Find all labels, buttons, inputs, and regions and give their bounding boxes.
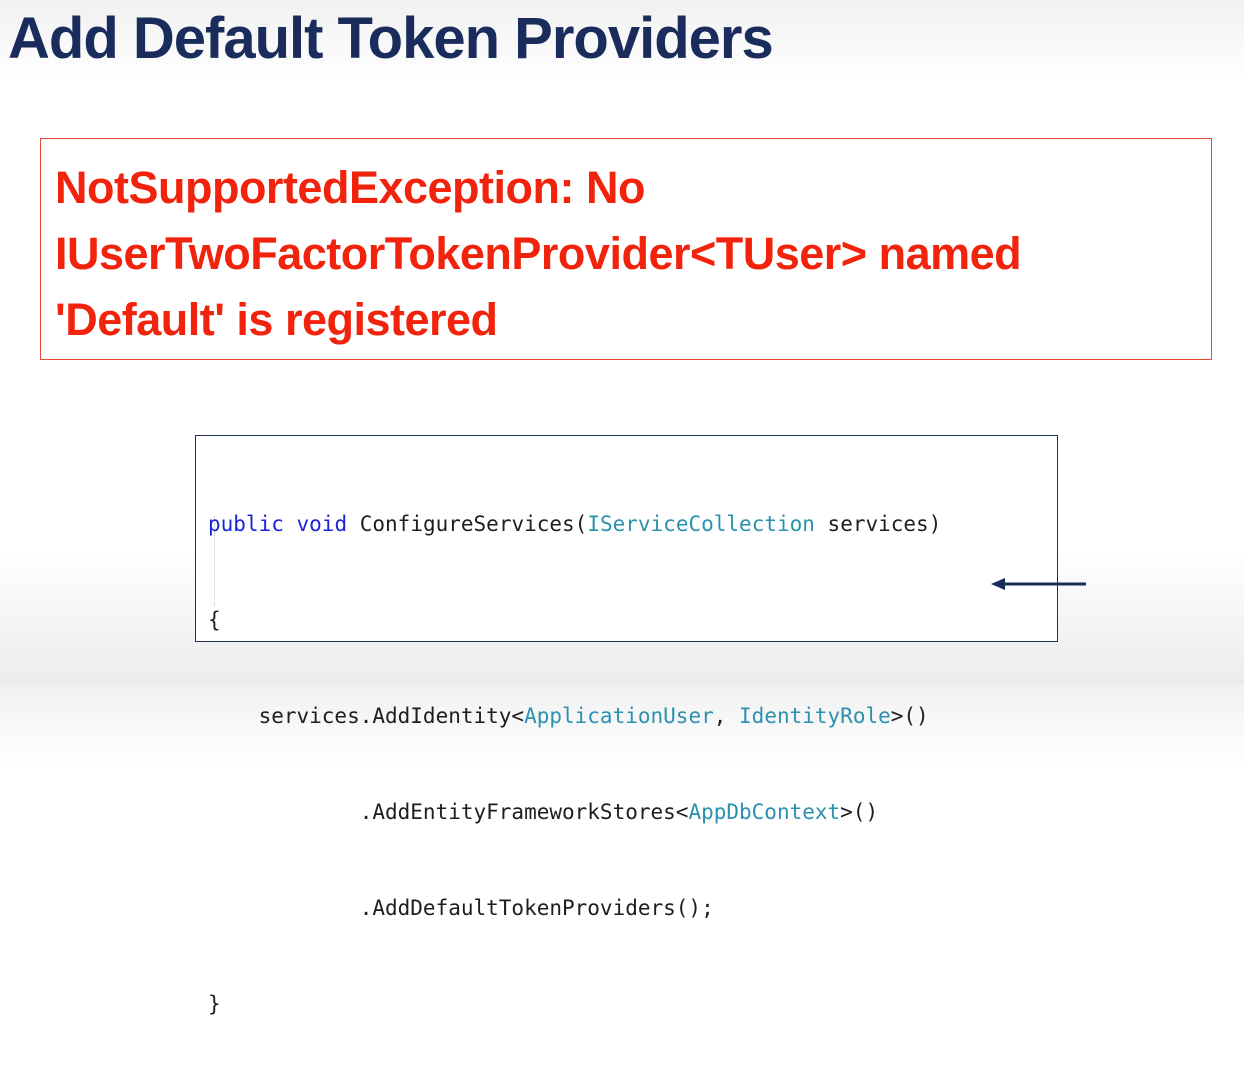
add-identity-call: services.AddIdentity< <box>208 704 525 728</box>
type-iservicecollection: IServiceCollection <box>587 512 815 536</box>
keyword-public: public <box>208 512 284 536</box>
keyword-void: void <box>296 512 348 536</box>
error-line-2: IUserTwoFactorTokenProvider<TUser> named <box>55 228 1022 279</box>
type-applicationuser: ApplicationUser <box>524 704 714 728</box>
error-message: NotSupportedException: No IUserTwoFactor… <box>55 155 1205 353</box>
code-line-5: .AddDefaultTokenProviders(); <box>208 896 714 920</box>
code-line-1: public void ConfigureServices(IServiceCo… <box>208 508 941 540</box>
ef-stores-suffix: >() <box>840 800 879 824</box>
code-snippet: public void ConfigureServices(IServiceCo… <box>195 435 1086 1016</box>
type-separator: , <box>713 704 740 728</box>
code-line-4: .AddEntityFrameworkStores<AppDbContext>(… <box>208 796 941 828</box>
add-identity-suffix: >() <box>890 704 929 728</box>
method-name: ConfigureServices( <box>359 512 588 536</box>
ef-stores-call: .AddEntityFrameworkStores< <box>208 800 689 824</box>
code-line-6: } <box>208 992 221 1016</box>
slide-title: Add Default Token Providers <box>8 6 774 71</box>
error-message-box: NotSupportedException: No IUserTwoFactor… <box>40 138 1212 360</box>
type-appdbcontext: AppDbContext <box>688 800 841 824</box>
code-line-3: services.AddIdentity<ApplicationUser, Id… <box>208 700 941 732</box>
left-arrow-icon <box>991 578 1086 590</box>
code-line-2: { <box>208 608 221 632</box>
code-block: public void ConfigureServices(IServiceCo… <box>208 444 941 1084</box>
error-line-1: NotSupportedException: No <box>55 162 645 213</box>
parameter-name: services) <box>814 512 942 536</box>
error-line-3: 'Default' is registered <box>55 294 498 345</box>
type-identityrole: IdentityRole <box>739 704 891 728</box>
